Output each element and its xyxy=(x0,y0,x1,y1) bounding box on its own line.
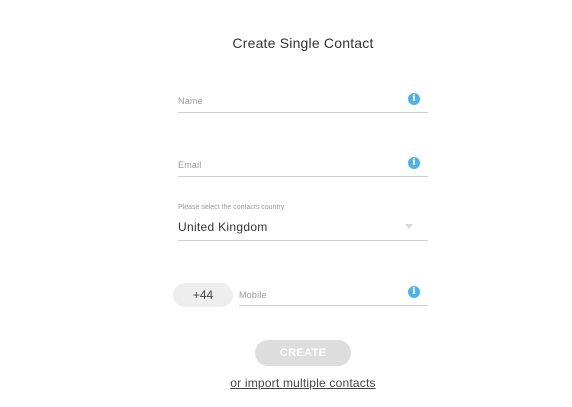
country-select[interactable]: Please select the contacts country Unite… xyxy=(178,204,428,241)
info-icon[interactable]: i xyxy=(408,157,420,169)
mobile-placeholder: Mobile xyxy=(239,290,267,300)
name-field[interactable]: Name i xyxy=(178,90,428,113)
chevron-down-icon[interactable] xyxy=(405,224,413,229)
info-icon[interactable]: i xyxy=(408,93,420,105)
import-multiple-contacts-link[interactable]: or import multiple contacts xyxy=(0,376,572,390)
country-selected-value: United Kingdom xyxy=(178,220,268,234)
page-title: Create Single Contact xyxy=(232,35,374,51)
name-placeholder: Name xyxy=(178,96,203,106)
create-button[interactable]: CREATE xyxy=(255,340,351,366)
email-placeholder: Email xyxy=(178,160,202,170)
email-field[interactable]: Email i xyxy=(178,154,428,177)
country-hint: Please select the contacts country xyxy=(178,204,285,211)
country-code-button[interactable]: +44 xyxy=(173,283,233,307)
mobile-field[interactable]: Mobile i xyxy=(239,283,428,306)
info-icon[interactable]: i xyxy=(408,286,420,298)
